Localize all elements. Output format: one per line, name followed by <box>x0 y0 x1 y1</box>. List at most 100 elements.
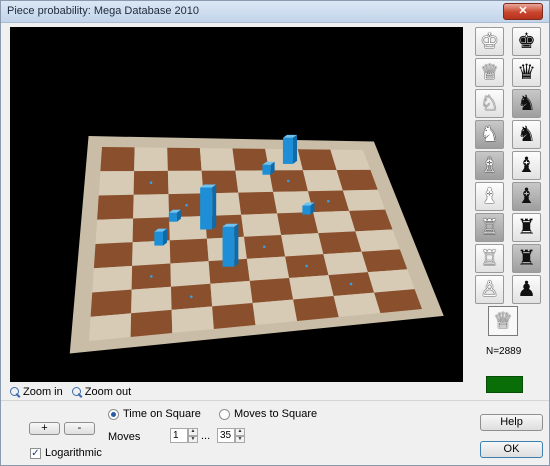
board-square <box>289 275 334 300</box>
board-square <box>171 306 214 333</box>
board-square <box>252 299 298 325</box>
board-square <box>297 149 337 171</box>
board-square <box>167 170 204 195</box>
black-pawn-icon: ♟ <box>517 277 536 301</box>
probability-dot <box>349 282 353 286</box>
status-indicator <box>486 376 523 393</box>
board-square <box>100 147 135 172</box>
white-bishop-icon: ♗ <box>480 153 499 177</box>
zoom-out-link[interactable]: Zoom out <box>71 386 132 398</box>
board-square <box>302 170 343 192</box>
probability-dot <box>262 245 266 249</box>
moves-from-arrows[interactable]: ▲ ▼ <box>188 428 198 443</box>
help-button[interactable]: Help <box>480 414 543 431</box>
white-rook-button[interactable]: ♖ <box>475 213 504 242</box>
probability-bar <box>154 231 164 246</box>
logarithmic-label: Logarithmic <box>45 447 102 459</box>
board-square <box>241 213 282 237</box>
probability-bar-side <box>163 228 168 246</box>
radio-time-on-square-dot[interactable] <box>108 408 119 420</box>
board-square <box>293 296 339 321</box>
moves-to-down-icon[interactable]: ▼ <box>235 435 245 443</box>
moves-label: Moves <box>108 431 141 443</box>
probability-dot <box>149 275 153 278</box>
moves-to-arrows[interactable]: ▲ ▼ <box>235 428 245 443</box>
probability-dot <box>189 295 193 298</box>
logarithmic-check-icon[interactable]: ✓ <box>30 447 41 459</box>
black-bishop-2-button[interactable]: ♝ <box>512 182 541 211</box>
probability-bar <box>200 187 213 230</box>
logarithmic-checkbox[interactable]: ✓ Logarithmic <box>30 447 102 459</box>
board-square <box>199 148 236 171</box>
zoom-in-label: Zoom in <box>23 386 63 398</box>
white-knight-2-button[interactable]: ♞ <box>475 120 504 149</box>
white-queen-button[interactable]: ♕ <box>475 58 504 87</box>
selected-piece-icon: ♕ <box>493 308 513 334</box>
close-button[interactable]: ✕ <box>503 3 543 20</box>
probability-dot <box>185 203 188 207</box>
white-rook-icon: ♖ <box>480 215 499 239</box>
probability-bar <box>302 205 311 215</box>
moves-from-down-icon[interactable]: ▼ <box>188 435 198 443</box>
board-square <box>167 147 202 171</box>
minus-button[interactable]: - <box>64 422 95 435</box>
plus-label: + <box>41 422 48 434</box>
white-king-button[interactable]: ♔ <box>475 27 504 56</box>
white-queen-icon: ♕ <box>480 60 499 84</box>
board-square <box>134 147 168 172</box>
divider <box>1 400 549 401</box>
board-square <box>367 269 415 293</box>
board-square <box>93 242 133 269</box>
board-square <box>249 277 294 303</box>
board-square <box>361 249 408 273</box>
probability-dot <box>149 181 153 185</box>
probability-dot <box>286 179 290 183</box>
moves-from-spinner[interactable]: 1 ▲ ▼ <box>170 428 198 443</box>
plus-button[interactable]: + <box>29 422 60 435</box>
white-rook-2-button[interactable]: ♖ <box>475 244 504 273</box>
white-bishop-2-icon: ♝ <box>480 184 499 208</box>
moves-to-spinner[interactable]: 35 ▲ ▼ <box>217 428 245 443</box>
probability-dot <box>326 199 330 203</box>
radio-moves-to-square[interactable]: Moves to Square <box>219 408 317 420</box>
radio-moves-to-square-dot[interactable] <box>219 408 230 420</box>
white-pawn-button[interactable]: ♙ <box>475 275 504 304</box>
minus-label: - <box>77 422 82 434</box>
probability-bar-side <box>212 184 217 230</box>
dialog-window: Piece probability: Mega Database 2010 ✕ … <box>0 0 550 466</box>
board-square <box>323 251 368 276</box>
black-king-button[interactable]: ♚ <box>512 27 541 56</box>
zoom-out-label: Zoom out <box>84 386 132 398</box>
white-bishop-2-button[interactable]: ♝ <box>475 182 504 211</box>
moves-from-up-icon[interactable]: ▲ <box>188 428 198 436</box>
board-square <box>333 292 381 317</box>
board-square <box>342 189 386 211</box>
black-bishop-button[interactable]: ♝ <box>512 151 541 180</box>
black-queen-button[interactable]: ♛ <box>512 58 541 87</box>
black-rook-2-icon: ♜ <box>517 246 536 270</box>
board-3d-view[interactable] <box>10 27 463 382</box>
board-3d-canvas[interactable] <box>10 27 463 382</box>
radio-time-on-square[interactable]: Time on Square <box>108 408 201 420</box>
white-knight-button[interactable]: ♘ <box>475 89 504 118</box>
board-square <box>131 286 172 314</box>
white-knight-icon: ♘ <box>480 91 499 115</box>
black-knight-button[interactable]: ♞ <box>512 89 541 118</box>
black-bishop-2-icon: ♝ <box>517 184 536 208</box>
title-bar[interactable]: Piece probability: Mega Database 2010 ✕ <box>1 1 549 23</box>
moves-to-value[interactable]: 35 <box>217 428 235 443</box>
probability-bar <box>222 226 235 267</box>
moves-to-up-icon[interactable]: ▲ <box>235 428 245 436</box>
board-square <box>355 229 400 252</box>
white-bishop-button[interactable]: ♗ <box>475 151 504 180</box>
black-rook-button[interactable]: ♜ <box>512 213 541 242</box>
black-pawn-button[interactable]: ♟ <box>512 275 541 304</box>
black-rook-2-button[interactable]: ♜ <box>512 244 541 273</box>
board-square <box>210 280 253 307</box>
black-knight-2-button[interactable]: ♞ <box>512 120 541 149</box>
moves-from-value[interactable]: 1 <box>170 428 188 443</box>
moves-range-separator: ... <box>201 430 211 442</box>
board-square <box>133 194 170 219</box>
zoom-in-link[interactable]: Zoom in <box>10 386 63 398</box>
ok-button[interactable]: OK <box>480 441 543 458</box>
